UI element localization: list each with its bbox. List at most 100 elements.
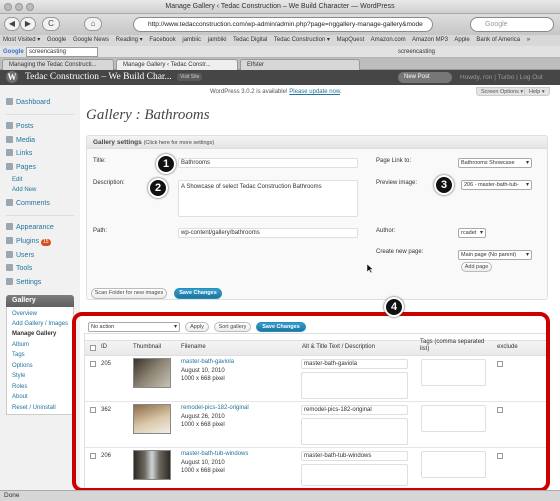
sidebar-subitem-style[interactable]: Style <box>12 371 25 381</box>
sidebar-item-pages[interactable]: Pages <box>6 162 36 173</box>
add-page-button[interactable]: Add page <box>461 262 492 272</box>
sidebar-item-plugins[interactable]: Plugins 15 <box>6 236 51 247</box>
bookmark-item[interactable]: Tedac Digital <box>233 37 267 43</box>
bookmark-item[interactable]: Apple <box>454 37 469 43</box>
sidebar-item-settings[interactable]: Settings <box>6 277 41 288</box>
callout-2: 2 <box>148 178 168 198</box>
status-bar: Done <box>0 490 560 501</box>
dashboard-icon <box>6 98 13 105</box>
title-field[interactable]: Bathrooms <box>178 158 358 168</box>
path-field[interactable]: wp-content/gallery/bathrooms <box>178 228 358 238</box>
close-window-icon[interactable] <box>4 3 12 11</box>
tools-icon <box>6 264 13 271</box>
user-links[interactable]: Howdy, ron | Turbo | Log Out <box>460 70 543 85</box>
sidebar-item-tools[interactable]: Tools <box>6 263 32 274</box>
links-icon <box>6 149 13 156</box>
screen-options-button[interactable]: Screen Options ▾ <box>476 87 529 96</box>
google-toolbar-input[interactable]: screencasting <box>26 47 98 57</box>
tab-elfster[interactable]: Elfster <box>240 59 360 70</box>
scan-folder-button[interactable]: Scan Folder for new images <box>91 288 167 299</box>
zoom-window-icon[interactable] <box>26 3 34 11</box>
plugins-icon <box>6 237 13 244</box>
google-toolbar-label: Google <box>3 49 24 55</box>
sidebar-item-posts[interactable]: Posts <box>6 121 34 132</box>
new-post-button[interactable]: New Post <box>398 72 452 83</box>
tab-manage-gallery[interactable]: Manage Gallery ‹ Tedac Constr... <box>116 59 238 70</box>
help-button[interactable]: Help ▾ <box>524 87 550 96</box>
author-label: Author: <box>376 228 396 234</box>
sidebar-subitem-options[interactable]: Options <box>12 361 33 371</box>
reload-button[interactable]: C <box>42 17 60 31</box>
sidebar-item-media[interactable]: Media <box>6 135 35 146</box>
sidebar-subitem-album[interactable]: Album <box>12 340 29 350</box>
page-title: Gallery : Bathrooms <box>86 107 210 123</box>
bookmark-item[interactable]: » <box>527 37 530 43</box>
sidebar-subitem-edit[interactable]: Edit <box>12 175 22 185</box>
bookmark-item[interactable]: Amazon MP3 <box>412 37 448 43</box>
posts-icon <box>6 122 13 129</box>
google-toolbar: Google screencasting screencasting <box>0 46 560 58</box>
sidebar-subitem-about[interactable]: About <box>12 392 28 402</box>
plugin-update-badge: 15 <box>40 239 51 246</box>
settings-icon <box>6 278 13 285</box>
sidebar-item-appearance[interactable]: Appearance <box>6 222 54 233</box>
update-notice: WordPress 3.0.2 is available! Please upd… <box>210 89 342 95</box>
sidebar-separator <box>6 215 74 216</box>
status-text: Done <box>4 492 20 499</box>
bookmark-item[interactable]: Most Visited ▾ <box>3 37 40 43</box>
sidebar-subitem-add-gallery[interactable]: Add Gallery / Images <box>12 319 68 329</box>
preview-image-label: Preview image: <box>376 180 418 186</box>
bookmark-item[interactable]: Google <box>47 37 66 43</box>
bookmark-item[interactable]: Tedac Construction ▾ <box>274 37 330 43</box>
page-link-select[interactable]: Bathrooms Showcase <box>458 158 532 168</box>
sidebar-subitem-add-new[interactable]: Add New <box>12 185 36 195</box>
preview-image-select[interactable]: 206 - master-bath-tub- <box>461 180 532 190</box>
sidebar-subitem-manage-gallery[interactable]: Manage Gallery <box>12 329 56 339</box>
bookmark-item[interactable]: jambiic <box>182 37 201 43</box>
bookmark-item[interactable]: Amazon.com <box>371 37 406 43</box>
sidebar-item-links[interactable]: Links <box>6 148 32 159</box>
save-changes-button[interactable]: Save Changes <box>174 288 222 299</box>
back-button[interactable]: ◀ <box>4 17 20 31</box>
bookmark-item[interactable]: Bank of America <box>476 37 520 43</box>
page-link-label: Page Link to: <box>376 158 412 164</box>
bookmark-item[interactable]: jambiki <box>208 37 227 43</box>
sidebar-subitem-reset[interactable]: Reset / Uninstall <box>12 403 56 413</box>
home-button[interactable]: ⌂ <box>84 17 102 31</box>
minimize-window-icon[interactable] <box>15 3 23 11</box>
sidebar-subitem-tags[interactable]: Tags <box>12 350 25 360</box>
visit-site-button[interactable]: Visit Site <box>177 73 203 81</box>
site-title[interactable]: Tedac Construction – We Build Char... <box>25 70 172 85</box>
sidebar-item-gallery[interactable]: Gallery <box>6 295 74 307</box>
bookmark-item[interactable]: Facebook <box>149 37 175 43</box>
parent-page-select[interactable]: Main page (No parent) <box>458 250 532 260</box>
update-now-link[interactable]: Please update now <box>289 89 340 95</box>
google-toolbar-highlight[interactable]: screencasting <box>398 46 435 58</box>
bookmark-item[interactable]: MapQuest <box>337 37 365 43</box>
pages-icon <box>6 163 13 170</box>
sidebar-item-users[interactable]: Users <box>6 250 34 261</box>
description-label: Description: <box>93 180 125 186</box>
bookmark-item[interactable]: Reading ▾ <box>116 37 143 43</box>
media-icon <box>6 136 13 143</box>
users-icon <box>6 251 13 258</box>
forward-button[interactable]: ▶ <box>20 17 36 31</box>
callout-4: 4 <box>384 297 404 317</box>
window-titlebar: Manage Gallery ‹ Tedac Construction – We… <box>0 0 560 14</box>
description-field[interactable]: A Showcase of select Tedac Construction … <box>178 180 358 217</box>
callout-1: 1 <box>156 154 176 174</box>
sidebar-subitem-overview[interactable]: Overview <box>12 309 37 319</box>
create-page-label: Create new page: <box>376 249 424 255</box>
navigation-toolbar: ◀ ▶ C ⌂ http://www.tedacconstruction.com… <box>0 14 560 35</box>
bookmark-item[interactable]: Google News <box>73 37 109 43</box>
highlight-box <box>72 312 550 492</box>
address-bar[interactable]: http://www.tedacconstruction.com/wp-admi… <box>133 17 433 32</box>
gallery-settings-header[interactable]: Gallery settings (Click here for more se… <box>86 135 548 149</box>
wp-admin-header: W Tedac Construction – We Build Char... … <box>0 70 560 85</box>
sidebar-subitem-roles[interactable]: Roles <box>12 382 27 392</box>
sidebar-item-dashboard[interactable]: Dashboard <box>6 97 50 108</box>
author-select[interactable]: rcadet <box>458 228 486 238</box>
search-input[interactable]: Google <box>470 17 554 32</box>
sidebar-item-comments[interactable]: Comments <box>6 198 50 209</box>
tab-managing[interactable]: Managing the Tedac Constructi... <box>2 59 114 70</box>
